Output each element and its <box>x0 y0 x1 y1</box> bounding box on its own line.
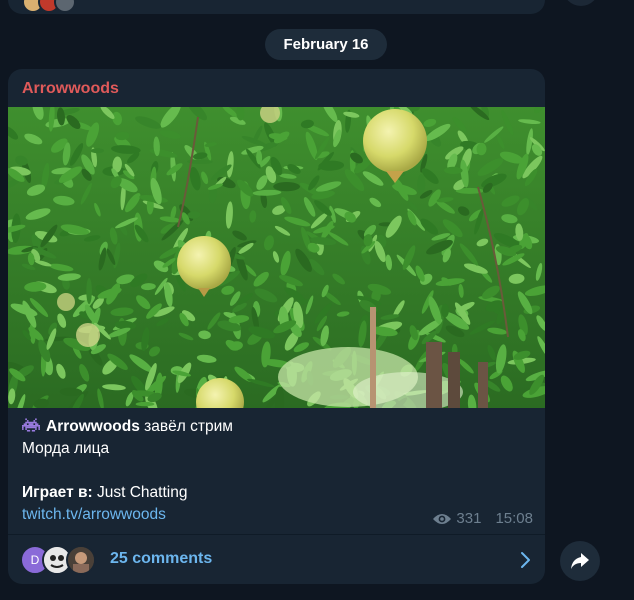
share-arrow-icon <box>571 553 589 569</box>
share-button[interactable] <box>560 541 600 581</box>
space-invader-icon <box>22 418 40 432</box>
view-count: 331 <box>456 510 482 527</box>
playing-label: Играет в: <box>22 484 93 501</box>
message-time: 15:08 <box>495 510 533 527</box>
stream-announcement-line: Arrowwoods завёл стрим <box>22 416 527 438</box>
commenter-avatars: D <box>20 545 100 575</box>
previous-share-button[interactable] <box>563 0 599 6</box>
post-photo[interactable] <box>8 107 545 408</box>
avatar <box>66 545 96 575</box>
comments-count[interactable]: 25 comments <box>110 550 212 568</box>
sender-name[interactable]: Arrowwoods <box>22 80 119 98</box>
eye-icon <box>433 513 452 524</box>
channel-post-bubble[interactable]: Arrowwoods Arrowwoods завёл стрим Морда … <box>8 69 545 584</box>
previous-comment-avatars <box>22 0 76 13</box>
chat-view: February 16 Arrowwoods Arrowwoods завёл … <box>0 0 634 600</box>
chevron-right-icon[interactable] <box>519 551 531 569</box>
date-separator: February 16 <box>265 29 387 60</box>
playing-line: Играет в: Just Chatting <box>22 482 527 504</box>
twitch-link[interactable]: twitch.tv/arrowwoods <box>22 506 166 523</box>
stream-action: завёл стрим <box>139 418 233 435</box>
stream-title: Морда лица <box>22 440 110 457</box>
playing-value: Just Chatting <box>92 484 188 501</box>
previous-message-bubble[interactable] <box>8 0 545 14</box>
comments-button[interactable]: D 25 comments <box>8 535 545 584</box>
message-meta: 331 15:08 <box>432 510 533 527</box>
streamer-name: Arrowwoods <box>46 418 140 435</box>
